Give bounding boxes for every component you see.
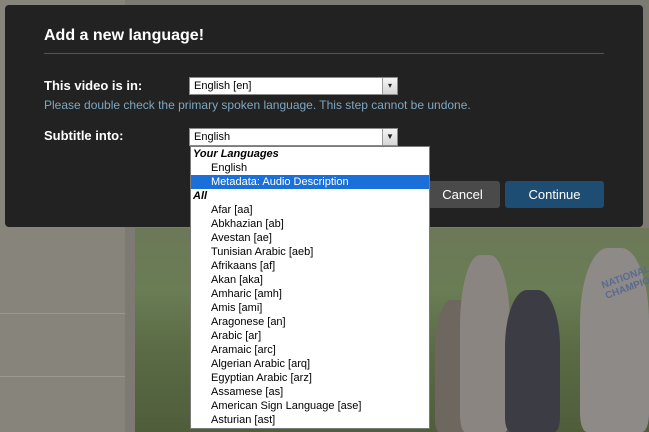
- modal-divider: [44, 53, 604, 54]
- subtitle-language-select[interactable]: English ▼: [189, 128, 398, 146]
- dropdown-option[interactable]: Metadata: Audio Description: [191, 175, 429, 189]
- language-hint: Please double check the primary spoken l…: [44, 98, 471, 112]
- dropdown-option[interactable]: Abkhazian [ab]: [191, 217, 429, 231]
- dropdown-group-label: Your Languages: [193, 148, 279, 160]
- dropdown-option[interactable]: Egyptian Arabic [arz]: [191, 371, 429, 385]
- photo-person: [460, 255, 510, 432]
- dropdown-group-label: All: [193, 190, 208, 202]
- background-divider: [0, 376, 125, 377]
- dropdown-option[interactable]: Afrikaans [af]: [191, 259, 429, 273]
- dropdown-option[interactable]: Amharic [amh]: [191, 287, 429, 301]
- dropdown-option[interactable]: Arabic [ar]: [191, 329, 429, 343]
- dropdown-option[interactable]: Amis [ami]: [191, 301, 429, 315]
- dropdown-option[interactable]: American Sign Language [ase]: [191, 399, 429, 413]
- dropdown-option[interactable]: Algerian Arabic [arq]: [191, 357, 429, 371]
- dropdown-option[interactable]: English: [191, 161, 429, 175]
- dropdown-option[interactable]: Afar [aa]: [191, 203, 429, 217]
- photo-person: [505, 290, 560, 432]
- cancel-button[interactable]: Cancel: [425, 181, 500, 208]
- video-language-label: This video is in:: [44, 78, 143, 93]
- subtitle-language-dropdown[interactable]: Your Languages English Metadata: Audio Des…: [190, 146, 430, 429]
- continue-button[interactable]: Continue: [505, 181, 604, 208]
- dropdown-option[interactable]: Akan [aka]: [191, 273, 429, 287]
- modal-title: Add a new language!: [44, 27, 205, 44]
- video-language-value: English [en]: [194, 80, 252, 92]
- select-arrow-icon: ▼: [382, 129, 397, 145]
- dropdown-option[interactable]: Tunisian Arabic [aeb]: [191, 245, 429, 259]
- subtitle-language-label: Subtitle into:: [44, 128, 124, 143]
- background-divider: [0, 313, 125, 314]
- subtitle-language-value: English: [194, 131, 231, 143]
- select-arrow-icon: ▾: [382, 78, 397, 94]
- dropdown-option[interactable]: Aragonese [an]: [191, 315, 429, 329]
- video-language-select[interactable]: English [en] ▾: [189, 77, 398, 95]
- dropdown-option[interactable]: Asturian [ast]: [191, 413, 429, 427]
- dropdown-option[interactable]: Aramaic [arc]: [191, 343, 429, 357]
- dropdown-option[interactable]: Avestan [ae]: [191, 231, 429, 245]
- dropdown-option[interactable]: Assamese [as]: [191, 385, 429, 399]
